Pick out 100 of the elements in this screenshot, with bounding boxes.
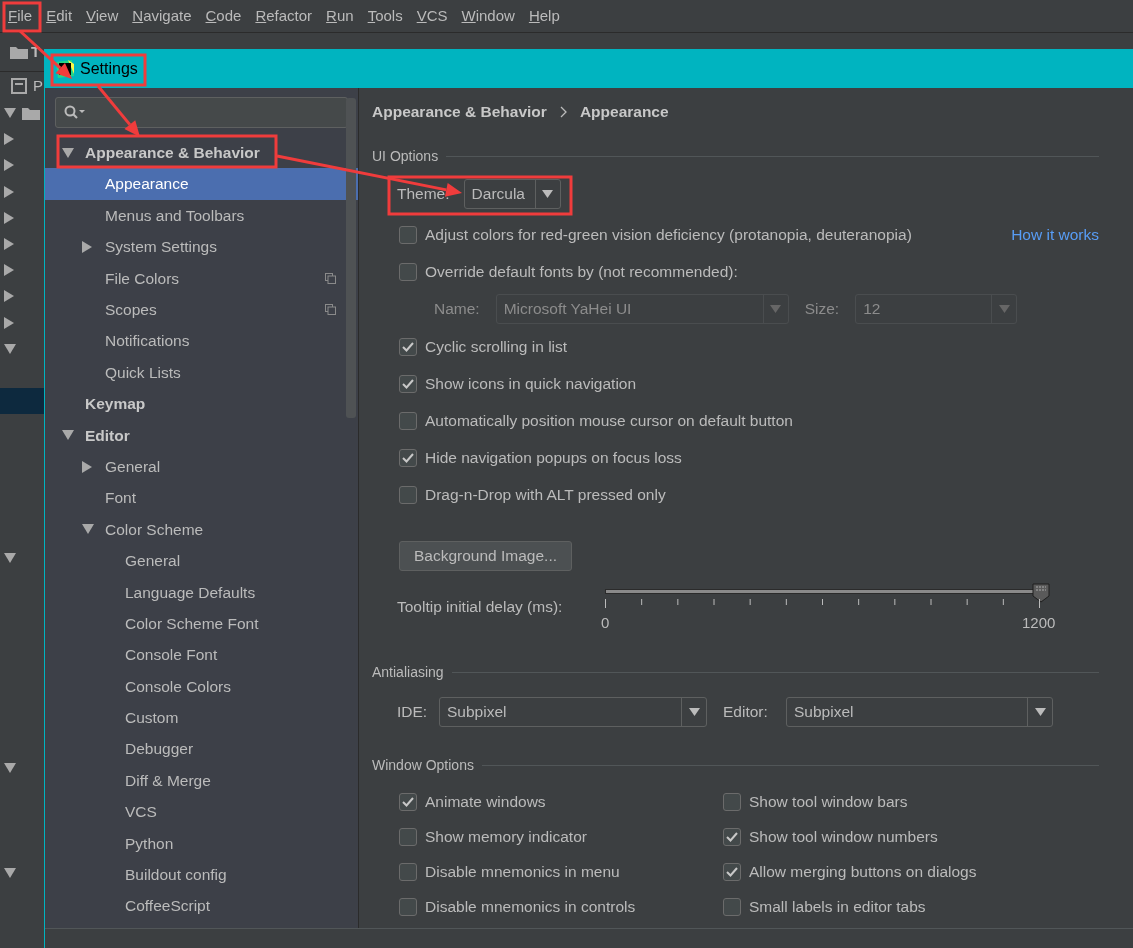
collapsed-arrow-icon[interactable] (82, 240, 92, 253)
checkbox[interactable] (399, 225, 417, 244)
tree-item[interactable]: Color Scheme (45, 513, 358, 546)
project-icon[interactable] (11, 78, 27, 94)
tree-item[interactable]: Color Scheme Font (45, 607, 358, 640)
checkbox[interactable] (399, 897, 417, 916)
tree-item[interactable]: Quick Lists (45, 356, 358, 389)
checkbox[interactable] (399, 262, 417, 281)
checkbox[interactable] (723, 897, 741, 916)
tree-item[interactable]: Buildout config (45, 859, 358, 891)
tree-item[interactable]: CoffeeScript (45, 890, 358, 922)
collapsed-arrow-icon[interactable] (4, 133, 14, 146)
tree-item[interactable]: Console Font (45, 639, 358, 671)
tree-item[interactable]: System Settings (45, 231, 358, 263)
checkbox-label[interactable]: Show memory indicator (425, 824, 587, 849)
breadcrumb-item[interactable]: Appearance (579, 100, 669, 124)
search-field[interactable] (55, 97, 348, 128)
tree-item[interactable]: General (45, 545, 358, 577)
menu-item[interactable]: Window (454, 4, 522, 28)
checkbox[interactable] (399, 374, 417, 393)
tree-item[interactable]: Scopes (45, 293, 358, 326)
menu-item[interactable]: View (79, 4, 126, 28)
dropdown[interactable]: Subpixel (786, 697, 1053, 727)
menu-item[interactable]: Tools (360, 4, 410, 28)
expanded-arrow-icon[interactable] (4, 108, 16, 119)
expanded-arrow-icon[interactable] (4, 343, 16, 354)
checkbox-label[interactable]: Show tool window numbers (749, 824, 938, 849)
collapsed-arrow-icon[interactable] (82, 460, 92, 473)
slider-thumb[interactable] (1032, 583, 1050, 603)
checkbox-label[interactable]: Automatically position mouse cursor on default button (425, 408, 793, 433)
expanded-arrow-icon[interactable] (4, 867, 16, 878)
tree-item[interactable]: Editor (45, 419, 358, 451)
checkbox-label[interactable]: Show tool window bars (749, 789, 908, 814)
tree-item[interactable]: Diff & Merge (45, 764, 358, 797)
folder-icon (22, 106, 40, 121)
collapsed-arrow-icon[interactable] (4, 211, 14, 224)
checkbox-label[interactable]: Disable mnemonics in controls (425, 894, 636, 919)
menu-item[interactable]: Run (319, 4, 361, 28)
tree-item[interactable]: Custom (45, 702, 358, 734)
checkbox-label[interactable]: Hide navigation popups on focus loss (425, 445, 682, 470)
collapsed-arrow-icon[interactable] (4, 159, 14, 172)
tree-item[interactable]: Menus and Toolbars (45, 199, 358, 232)
tree-item[interactable]: General (45, 450, 358, 483)
checkbox[interactable] (399, 792, 417, 811)
tree-item[interactable]: Font (45, 482, 358, 514)
tool-tab[interactable]: P (33, 74, 43, 98)
checkbox[interactable] (399, 485, 417, 504)
checkbox[interactable] (399, 827, 417, 846)
tree-item[interactable]: Keymap (45, 388, 358, 420)
scrollbar-thumb[interactable] (346, 98, 356, 418)
background-image-button[interactable]: Background Image... (399, 541, 573, 571)
checkbox[interactable] (399, 337, 417, 356)
dropdown[interactable]: Darcula (463, 179, 561, 209)
tree-item[interactable]: File Colors (45, 262, 358, 294)
checkbox-label[interactable]: Allow merging buttons on dialogs (749, 859, 977, 884)
expanded-arrow-icon[interactable] (62, 147, 74, 158)
collapsed-arrow-icon[interactable] (4, 290, 14, 303)
checkbox-label[interactable]: Disable mnemonics in menu (425, 859, 620, 884)
menu-item[interactable]: Navigate (125, 4, 199, 28)
collapsed-arrow-icon[interactable] (4, 264, 14, 277)
link[interactable]: How it works (1011, 222, 1099, 247)
checkbox-label[interactable]: Adjust colors for red-green vision deficiency (protanopia, deuteranopia) (425, 222, 912, 247)
tree-item[interactable]: Language Defaults (45, 576, 358, 608)
menu-item[interactable]: VCS (409, 4, 455, 28)
tree-item[interactable]: Appearance & Behavior (45, 137, 358, 169)
tree-item[interactable]: Notifications (45, 325, 358, 357)
checkbox-label[interactable]: Cyclic scrolling in list (425, 334, 568, 359)
menu-item[interactable]: Code (198, 4, 249, 28)
tree-item[interactable]: VCS (45, 796, 358, 828)
checkbox-label[interactable]: Small labels in editor tabs (749, 894, 926, 919)
menu-item[interactable]: File (1, 4, 40, 28)
checkbox-label[interactable]: Override default fonts by (not recommended): (425, 259, 738, 284)
expanded-arrow-icon[interactable] (4, 762, 16, 773)
collapsed-arrow-icon[interactable] (4, 185, 14, 198)
checkbox[interactable] (399, 448, 417, 467)
slider[interactable] (605, 583, 1050, 603)
breadcrumb-item[interactable]: Appearance & Behavior (372, 100, 547, 124)
checkbox[interactable] (723, 862, 741, 881)
expanded-arrow-icon[interactable] (4, 553, 16, 564)
menu-item[interactable]: Edit (39, 4, 80, 28)
checkbox-label[interactable]: Animate windows (425, 789, 546, 814)
menu-item[interactable]: Help (521, 4, 567, 28)
tree-item[interactable]: Console Colors (45, 670, 358, 703)
expanded-arrow-icon[interactable] (62, 430, 74, 441)
tree-item[interactable]: Debugger (45, 733, 358, 765)
checkbox[interactable] (723, 792, 741, 811)
collapsed-arrow-icon[interactable] (4, 238, 14, 251)
dropdown[interactable]: Subpixel (439, 697, 707, 727)
checkbox[interactable] (723, 827, 741, 846)
checkbox-label[interactable]: Show icons in quick navigation (425, 371, 637, 396)
checkbox[interactable] (399, 862, 417, 881)
collapsed-arrow-icon[interactable] (4, 316, 14, 329)
chevron-icon (559, 106, 567, 118)
checkbox[interactable] (399, 411, 417, 430)
window-title: Settings (80, 58, 138, 79)
checkbox-label[interactable]: Drag-n-Drop with ALT pressed only (425, 482, 666, 507)
tree-item[interactable]: Python (45, 827, 358, 859)
menu-item[interactable]: Refactor (248, 4, 320, 28)
expanded-arrow-icon[interactable] (82, 524, 94, 535)
tree-item[interactable]: Appearance (45, 168, 358, 200)
